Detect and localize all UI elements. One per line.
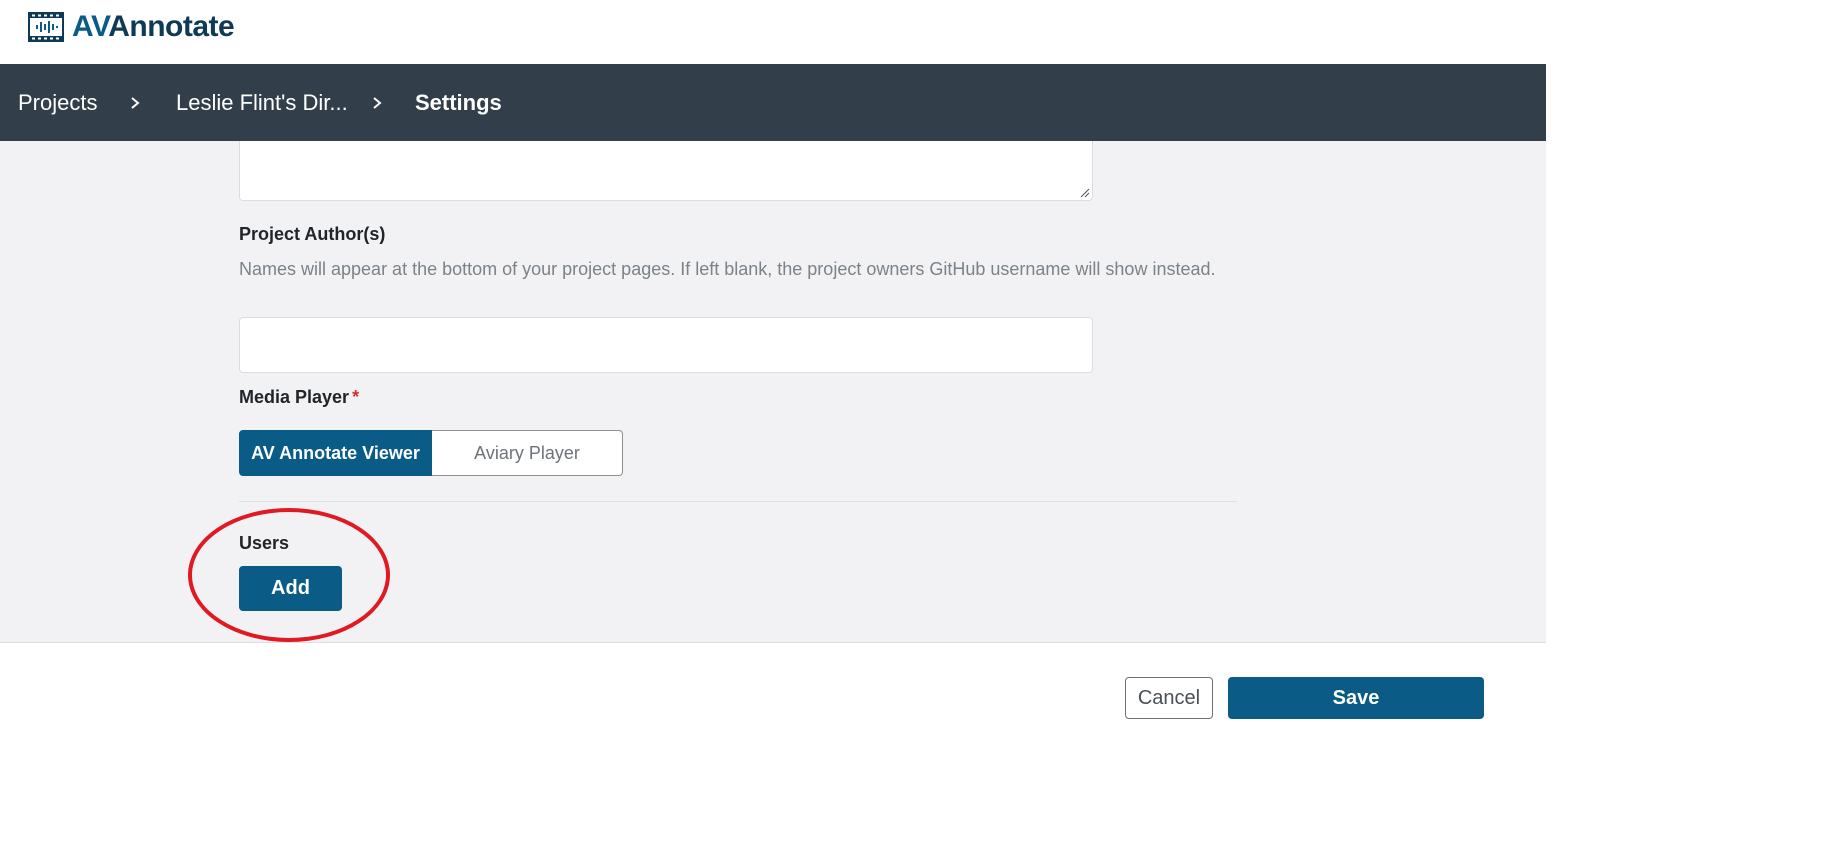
logo-rest: Annotate (108, 10, 235, 43)
description-textarea[interactable] (239, 141, 1093, 201)
logo-prefix: AV (72, 10, 109, 43)
app-logo[interactable]: AVAnnotate (28, 10, 235, 44)
chevron-right-icon (131, 96, 140, 109)
film-audio-icon (28, 12, 64, 42)
author-help-text: Names will appear at the bottom of your … (239, 259, 1216, 279)
top-header: AVAnnotate (0, 0, 1839, 64)
breadcrumb-projects[interactable]: Projects (18, 90, 97, 116)
author-label: Project Author(s) (239, 224, 386, 244)
option-aviary-player[interactable]: Aviary Player (432, 430, 623, 476)
settings-form: Project Author(s) Names will appear at t… (0, 141, 1546, 642)
chevron-right-icon (373, 96, 382, 109)
resize-handle-icon[interactable] (1080, 188, 1090, 198)
save-button[interactable]: Save (1228, 677, 1484, 719)
required-marker: * (352, 387, 360, 407)
media-player-label: Media Player * (239, 387, 359, 408)
section-divider (239, 501, 1237, 502)
option-av-annotate-viewer[interactable]: AV Annotate Viewer (239, 430, 432, 476)
breadcrumb: Projects Leslie Flint's Dir... Settings (0, 64, 1546, 141)
highlight-annotation (188, 508, 390, 642)
author-input[interactable] (239, 317, 1093, 373)
app-name: AVAnnotate (72, 10, 235, 43)
cancel-button[interactable]: Cancel (1125, 677, 1213, 719)
breadcrumb-project[interactable]: Leslie Flint's Dir... (176, 90, 348, 116)
breadcrumb-settings: Settings (415, 89, 502, 115)
media-player-toggle: AV Annotate Viewer Aviary Player (239, 430, 623, 476)
media-player-label-text: Media Player (239, 387, 350, 407)
form-footer: Cancel Save (0, 642, 1546, 752)
